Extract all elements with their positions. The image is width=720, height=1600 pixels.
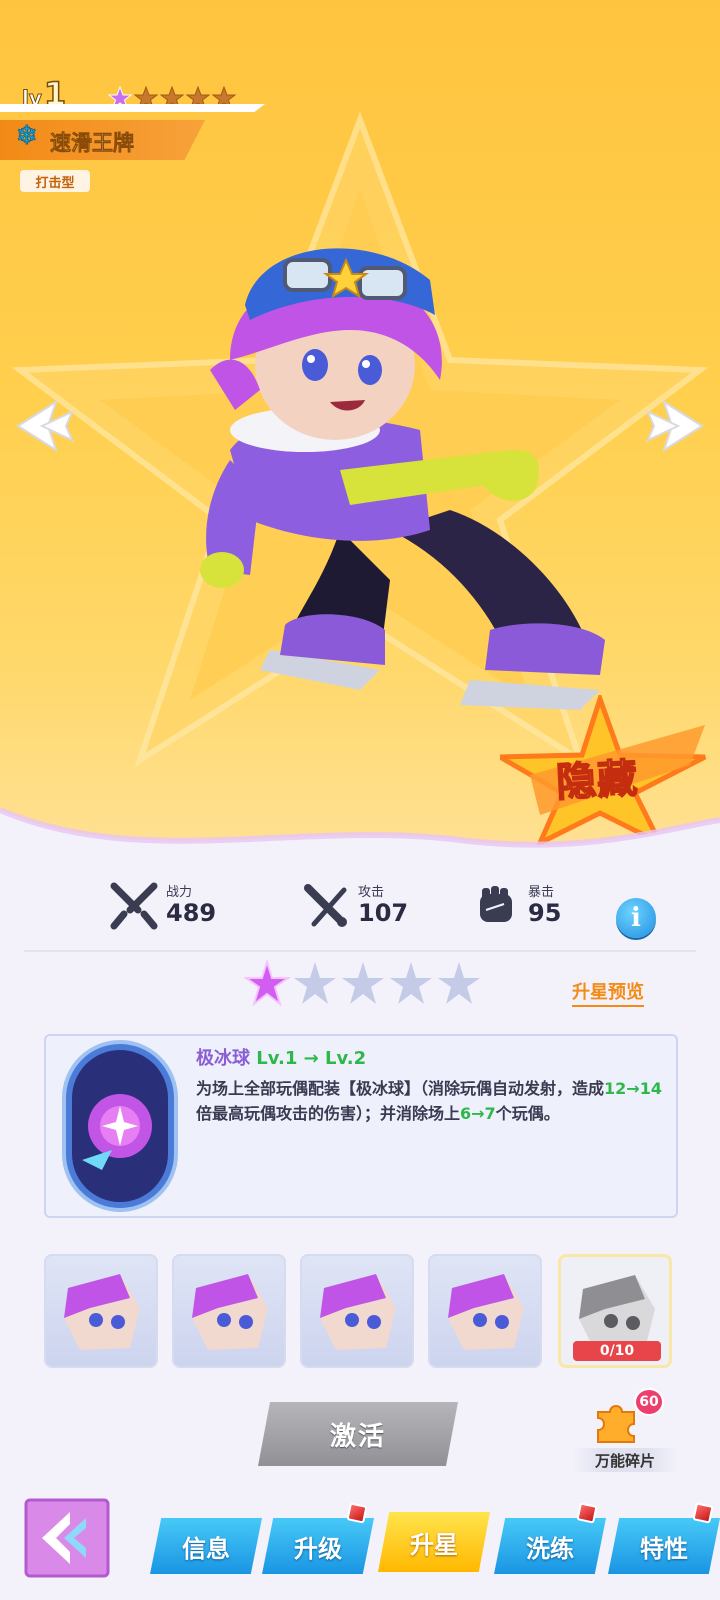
star-empty-icon bbox=[438, 962, 480, 1004]
star-empty-icon bbox=[294, 962, 336, 1004]
skill-level-change: Lv.1 → Lv.2 bbox=[256, 1048, 367, 1069]
universal-fragment-button[interactable]: 60 万能碎片 bbox=[570, 1388, 680, 1472]
stat-value-power: 489 bbox=[166, 898, 217, 927]
notification-dot-icon bbox=[576, 1502, 598, 1524]
character-fragment-icon bbox=[448, 1274, 524, 1350]
universal-fragment-label: 万能碎片 bbox=[572, 1448, 678, 1472]
notification-dot-icon bbox=[346, 1502, 368, 1524]
character-type-tag: 打击型 bbox=[20, 170, 90, 192]
skill-desc-text: 个玩偶。 bbox=[495, 1104, 560, 1123]
character-portrait bbox=[200, 248, 605, 710]
tab-upgrade[interactable]: 升级 bbox=[262, 1518, 374, 1574]
tab-info[interactable]: 信息 bbox=[150, 1518, 262, 1574]
star-empty-icon bbox=[342, 962, 384, 1004]
universal-fragment-count: 60 bbox=[634, 1388, 664, 1416]
character-fragment-icon bbox=[192, 1274, 268, 1350]
skill-desc-value: 6→7 bbox=[460, 1104, 496, 1123]
star-empty-icon bbox=[390, 962, 432, 1004]
hero-bottom-wave bbox=[0, 807, 720, 880]
stats-divider bbox=[24, 950, 696, 952]
notification-dot-icon bbox=[692, 1502, 714, 1524]
tab-star-up[interactable]: 升星 bbox=[378, 1512, 490, 1572]
fragment-slot[interactable] bbox=[44, 1254, 158, 1368]
skill-desc-value: 12→14 bbox=[604, 1079, 662, 1098]
stat-label-crit: 暴击 bbox=[528, 884, 555, 900]
stat-value-crit: 95 bbox=[528, 898, 562, 927]
snowflake-icon: ❄ bbox=[16, 121, 39, 151]
tab-refine[interactable]: 洗练 bbox=[494, 1518, 606, 1574]
crossed-swords-icon bbox=[110, 882, 158, 930]
sword-slash-icon bbox=[304, 884, 347, 927]
stat-crit: 暴击 95 bbox=[470, 880, 561, 932]
character-fragment-icon bbox=[64, 1274, 140, 1350]
previous-character-arrow-icon[interactable] bbox=[12, 398, 76, 454]
fist-icon bbox=[480, 886, 512, 922]
fragment-progress: 0/10 bbox=[573, 1341, 661, 1361]
ice-ball-skill-icon bbox=[62, 1040, 178, 1212]
skill-name: 极冰球 bbox=[196, 1048, 250, 1069]
skill-desc-text: 为场上全部玩偶配装【极冰球】（消除玩偶自动发射，造成 bbox=[196, 1079, 605, 1098]
skill-title: 极冰球 Lv.1 → Lv.2 bbox=[196, 1044, 366, 1070]
activate-button[interactable]: 激活 bbox=[258, 1402, 458, 1466]
stat-power: 战力 489 bbox=[108, 880, 216, 932]
puzzle-piece-icon bbox=[597, 1405, 635, 1443]
next-character-arrow-icon[interactable] bbox=[644, 398, 708, 454]
stat-label-attack: 攻击 bbox=[358, 884, 385, 900]
skill-desc-text: 倍最高玩偶攻击的伤害）；并消除场上 bbox=[196, 1104, 461, 1123]
back-button-icon[interactable] bbox=[24, 1498, 110, 1578]
star-upgrade-rating bbox=[244, 960, 482, 1006]
star-filled-icon bbox=[244, 960, 290, 1006]
skill-description: 为场上全部玩偶配装【极冰球】（消除玩偶自动发射，造成12→14 倍最高玩偶攻击的伤… bbox=[196, 1076, 666, 1126]
stat-value-attack: 107 bbox=[358, 898, 409, 927]
hero-showcase: lv 1 ❄ 速滑王牌 打击型 隐藏 bbox=[0, 0, 720, 880]
info-icon: i bbox=[631, 903, 641, 933]
stat-attack: 攻击 107 bbox=[300, 880, 408, 932]
fragment-slot[interactable] bbox=[172, 1254, 286, 1368]
name-bar-divider bbox=[0, 104, 265, 112]
character-name: 速滑王牌 bbox=[50, 131, 135, 156]
star-preview-link[interactable]: 升星预览 bbox=[572, 978, 644, 1007]
info-button[interactable]: i bbox=[616, 898, 656, 938]
stats-row: 战力 489 攻击 107 暴击 95 bbox=[0, 880, 720, 940]
fragment-slot[interactable] bbox=[428, 1254, 542, 1368]
fragment-slot[interactable] bbox=[300, 1254, 414, 1368]
stat-label-power: 战力 bbox=[166, 884, 193, 900]
fragment-slot-locked[interactable]: 0/10 bbox=[558, 1254, 672, 1368]
tab-traits[interactable]: 特性 bbox=[608, 1518, 720, 1574]
character-fragment-icon bbox=[320, 1274, 396, 1350]
